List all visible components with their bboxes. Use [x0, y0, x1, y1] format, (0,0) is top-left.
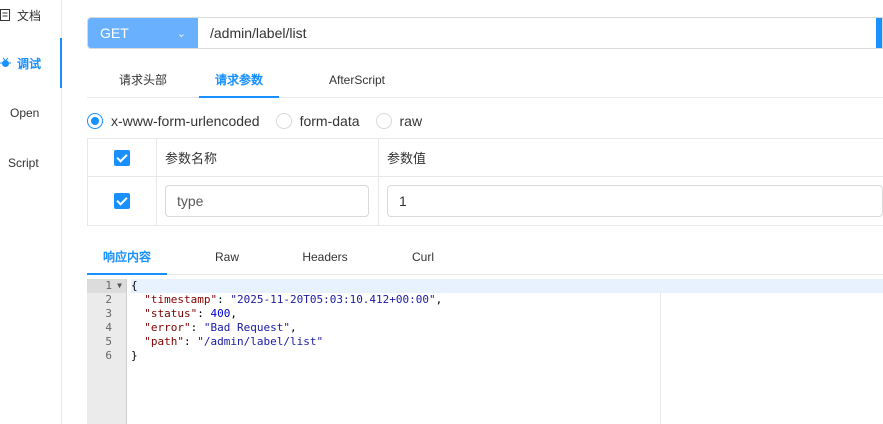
method-value: GET	[100, 25, 129, 41]
code-line: "error": "Bad Request",	[144, 321, 297, 334]
row-checkbox[interactable]	[114, 193, 130, 209]
radio-label: x-www-form-urlencoded	[111, 113, 260, 129]
fold-arrow-icon[interactable]: ▼	[117, 279, 122, 293]
radio-dot	[375, 113, 392, 129]
code-lines: { "timestamp": "2025-11-20T05:03:10.412+…	[131, 279, 883, 363]
radio-urlencoded[interactable]: x-www-form-urlencoded	[87, 113, 260, 129]
response-tabs: 响应内容 Raw Headers Curl	[87, 239, 883, 275]
tab-request-headers[interactable]: 请求头部	[103, 62, 183, 98]
url-input[interactable]	[198, 18, 876, 48]
line-number: 6	[105, 349, 112, 362]
line-number: 3	[105, 307, 112, 320]
line-number: 1 ▼	[87, 279, 126, 293]
param-name-header: 参数名称	[157, 139, 379, 176]
sidebar-item-label: 文档	[17, 8, 42, 23]
param-value-header: 参数值	[387, 151, 427, 166]
sidebar-item-open[interactable]: Open	[0, 88, 62, 138]
code-line: {	[131, 279, 883, 293]
chevron-down-icon: ⌄	[176, 27, 186, 40]
params-header-row: 参数名称 参数值	[88, 139, 883, 177]
tab-request-params[interactable]: 请求参数	[199, 62, 279, 98]
line-number-gutter: 1 ▼ 2 3 4 5 6	[87, 279, 127, 424]
radio-label: form-data	[299, 113, 360, 129]
response-code-editor[interactable]: 1 ▼ 2 3 4 5 6 { "timestamp": "2025-11-20T…	[87, 279, 883, 424]
request-tabs: 请求头部 请求参数 AfterScript	[87, 62, 883, 98]
document-icon	[0, 9, 10, 21]
select-all-checkbox[interactable]	[114, 149, 130, 166]
sidebar-item-docs[interactable]: 文档	[0, 0, 56, 40]
method-select[interactable]: GET ⌄	[88, 18, 198, 48]
line-number: 5	[105, 335, 112, 348]
tab-response-content[interactable]: 响应内容	[87, 239, 167, 275]
select-all-cell	[88, 139, 157, 176]
row-check-cell	[88, 177, 157, 225]
tab-curl[interactable]: Curl	[383, 239, 463, 275]
code-line: }	[131, 349, 138, 362]
sidebar-item-label: Open	[10, 106, 40, 120]
tab-raw[interactable]: Raw	[187, 239, 267, 275]
radio-raw[interactable]: raw	[375, 113, 423, 129]
tab-afterscript[interactable]: AfterScript	[317, 62, 397, 98]
params-table: 参数名称 参数值	[87, 138, 883, 226]
body-type-radio-group: x-www-form-urlencoded form-data raw	[87, 110, 438, 132]
param-value-cell	[379, 177, 883, 225]
param-value-input[interactable]	[387, 185, 883, 217]
table-row	[88, 177, 883, 225]
left-sidebar: 文档 调试 Open Script	[0, 0, 62, 424]
radio-dot	[87, 113, 103, 129]
line-number: 4	[105, 321, 112, 334]
sidebar-item-label: 调试	[17, 56, 42, 71]
debug-icon	[0, 57, 11, 67]
radio-label: raw	[399, 113, 423, 129]
radio-form-data[interactable]: form-data	[275, 113, 360, 129]
param-name-cell	[157, 177, 379, 225]
sidebar-item-debug[interactable]: 调试	[0, 38, 62, 88]
line-number: 2	[105, 293, 112, 306]
request-url-bar: GET ⌄	[87, 17, 883, 49]
sidebar-item-label: Script	[8, 156, 39, 170]
sidebar-item-script[interactable]: Script	[0, 138, 62, 188]
send-button[interactable]	[876, 18, 882, 48]
radio-dot	[275, 113, 292, 129]
code-line: "timestamp": "2025-11-20T05:03:10.412+00…	[144, 293, 443, 306]
code-line: "path": "/admin/label/list"	[144, 335, 324, 348]
tab-headers[interactable]: Headers	[285, 239, 365, 275]
code-line: "status": 400,	[144, 307, 237, 320]
param-name-input[interactable]	[165, 185, 369, 217]
